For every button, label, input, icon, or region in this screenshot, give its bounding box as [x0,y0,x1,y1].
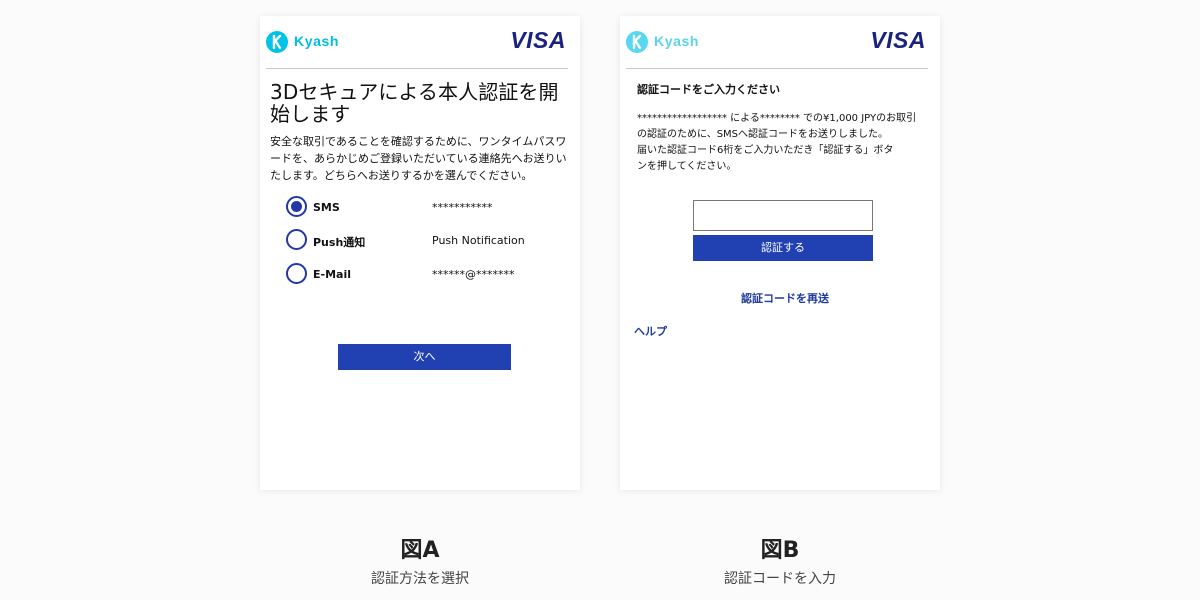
kyash-logo-icon [626,31,648,53]
brand-header: Kyash VISA [266,16,568,69]
page-title: 3Dセキュアによる本人認証を開始します [270,80,559,126]
brand-header: Kyash VISA [626,16,928,69]
page-title: 認証コードをご入力ください [637,83,780,96]
option-email[interactable]: E-Mail ******@******* [286,263,566,287]
description-line: 届いた認証コード6桁をご入力いただき「認証する」ボタ [637,145,894,156]
option-label: E-Mail [313,268,351,281]
option-label: Push通知 [313,236,366,249]
auth-method-panel: Kyash VISA 3Dセキュアによる本人認証を開始します 安全な取引であるこ… [260,16,580,490]
visa-logo-icon: VISA [510,27,566,53]
kyash-logo-text: Kyash [654,33,700,49]
caption-title: 図A [400,538,440,563]
description-line: ****************** による******** での¥1,000 … [637,113,917,124]
caption-subtitle: 認証コードを入力 [724,571,836,587]
verification-code-input[interactable] [693,200,873,231]
radio-selected-icon[interactable] [286,196,307,217]
option-value: *********** [432,201,493,214]
next-button[interactable]: 次へ [338,344,511,370]
verify-button[interactable]: 認証する [693,235,873,261]
kyash-logo-text: Kyash [294,33,340,49]
visa-logo-icon: VISA [870,27,926,53]
page-description: 安全な取引であることを確認するために、ワンタイムパスワードを、あらかじめご登録い… [270,135,567,182]
radio-unselected-icon[interactable] [286,229,307,250]
option-label: SMS [313,201,340,214]
radio-unselected-icon[interactable] [286,263,307,284]
option-value: Push Notification [432,234,525,247]
kyash-logo-icon [266,31,288,53]
caption-subtitle: 認証方法を選択 [371,571,469,587]
option-push[interactable]: Push通知 Push Notification [286,229,566,253]
code-entry-panel: Kyash VISA 認証コードをご入力ください ***************… [620,16,940,490]
description-line: ンを押してください。 [637,161,737,172]
page-description: ****************** による******** での¥1,000 … [637,111,937,175]
resend-code-link[interactable]: 認証コードを再送 [741,290,829,306]
caption-title: 図B [760,538,800,563]
option-value: ******@******* [432,268,515,281]
description-line: の認証のために、SMSへ認証コードをお送りしました。 [637,129,889,140]
help-link[interactable]: ヘルプ [634,323,667,339]
option-sms[interactable]: SMS *********** [286,196,566,220]
